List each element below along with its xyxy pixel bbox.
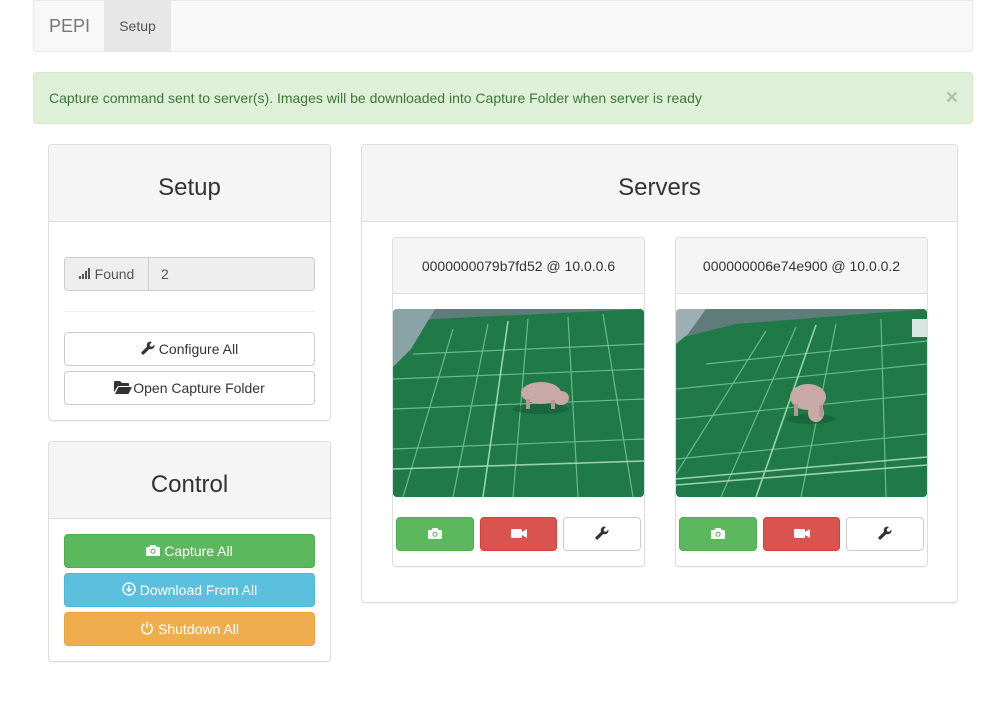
power-icon	[140, 621, 154, 638]
configure-all-label: Configure All	[158, 341, 239, 357]
capture-all-label: Capture All	[164, 543, 233, 559]
control-panel-heading: Control	[49, 442, 330, 519]
servers-panel: Servers 0000000079b7fd52 @ 10.0.0.6 0000…	[361, 144, 958, 603]
setup-divider	[64, 311, 315, 312]
shutdown-all-button[interactable]: Shutdown All	[64, 612, 315, 646]
found-addon: Found	[65, 258, 149, 290]
camera-icon	[428, 526, 442, 542]
servers-panel-title: Servers	[618, 174, 701, 201]
alert-message: Capture command sent to server(s). Image…	[49, 90, 702, 106]
navbar: PEPI Setup	[33, 0, 973, 52]
server-name: 000000006e74e900 @ 10.0.0.2	[676, 238, 927, 294]
setup-panel-heading: Setup	[49, 145, 330, 222]
download-from-all-button[interactable]: Download From All	[64, 573, 315, 607]
server-record-button[interactable]	[480, 517, 557, 551]
camera-icon	[711, 526, 725, 542]
control-panel-title: Control	[150, 471, 229, 498]
found-count-field: 2	[161, 266, 169, 282]
video-camera-icon	[510, 526, 527, 542]
signal-icon	[78, 266, 91, 282]
wrench-icon	[595, 526, 609, 543]
success-alert: Capture command sent to server(s). Image…	[33, 72, 973, 124]
capture-all-button[interactable]: Capture All	[64, 534, 315, 568]
server-name: 0000000079b7fd52 @ 10.0.0.6	[393, 238, 644, 294]
video-camera-icon	[793, 526, 810, 542]
open-capture-folder-label: Open Capture Folder	[133, 380, 265, 396]
setup-panel: Setup Found 2 Configure All Open Capture…	[48, 144, 331, 421]
tab-setup[interactable]: Setup	[104, 1, 171, 52]
wrench-icon	[878, 526, 892, 543]
camera-preview-image	[393, 309, 644, 497]
folder-open-icon	[114, 380, 133, 397]
server-card: 0000000079b7fd52 @ 10.0.0.6	[392, 237, 645, 567]
server-capture-button[interactable]	[396, 517, 474, 551]
server-capture-button[interactable]	[679, 517, 757, 551]
server-record-button[interactable]	[763, 517, 840, 551]
shutdown-all-label: Shutdown All	[158, 621, 239, 637]
found-label: Found	[94, 266, 135, 282]
camera-icon	[146, 543, 161, 559]
camera-preview-image	[676, 309, 927, 497]
servers-panel-heading: Servers	[362, 145, 957, 222]
configure-all-button[interactable]: Configure All	[64, 332, 315, 366]
download-icon	[122, 581, 136, 599]
control-panel: Control Capture All Download From All Sh…	[48, 441, 331, 662]
wrench-icon	[141, 341, 155, 358]
navbar-brand[interactable]: PEPI	[49, 16, 90, 37]
server-configure-button[interactable]	[846, 517, 924, 551]
setup-panel-title: Setup	[158, 174, 221, 201]
download-from-all-label: Download From All	[139, 582, 258, 598]
found-input-group: Found 2	[64, 257, 315, 291]
alert-close-button[interactable]: ×	[946, 73, 958, 123]
server-configure-button[interactable]	[563, 517, 641, 551]
server-card: 000000006e74e900 @ 10.0.0.2	[675, 237, 928, 567]
open-capture-folder-button[interactable]: Open Capture Folder	[64, 371, 315, 405]
